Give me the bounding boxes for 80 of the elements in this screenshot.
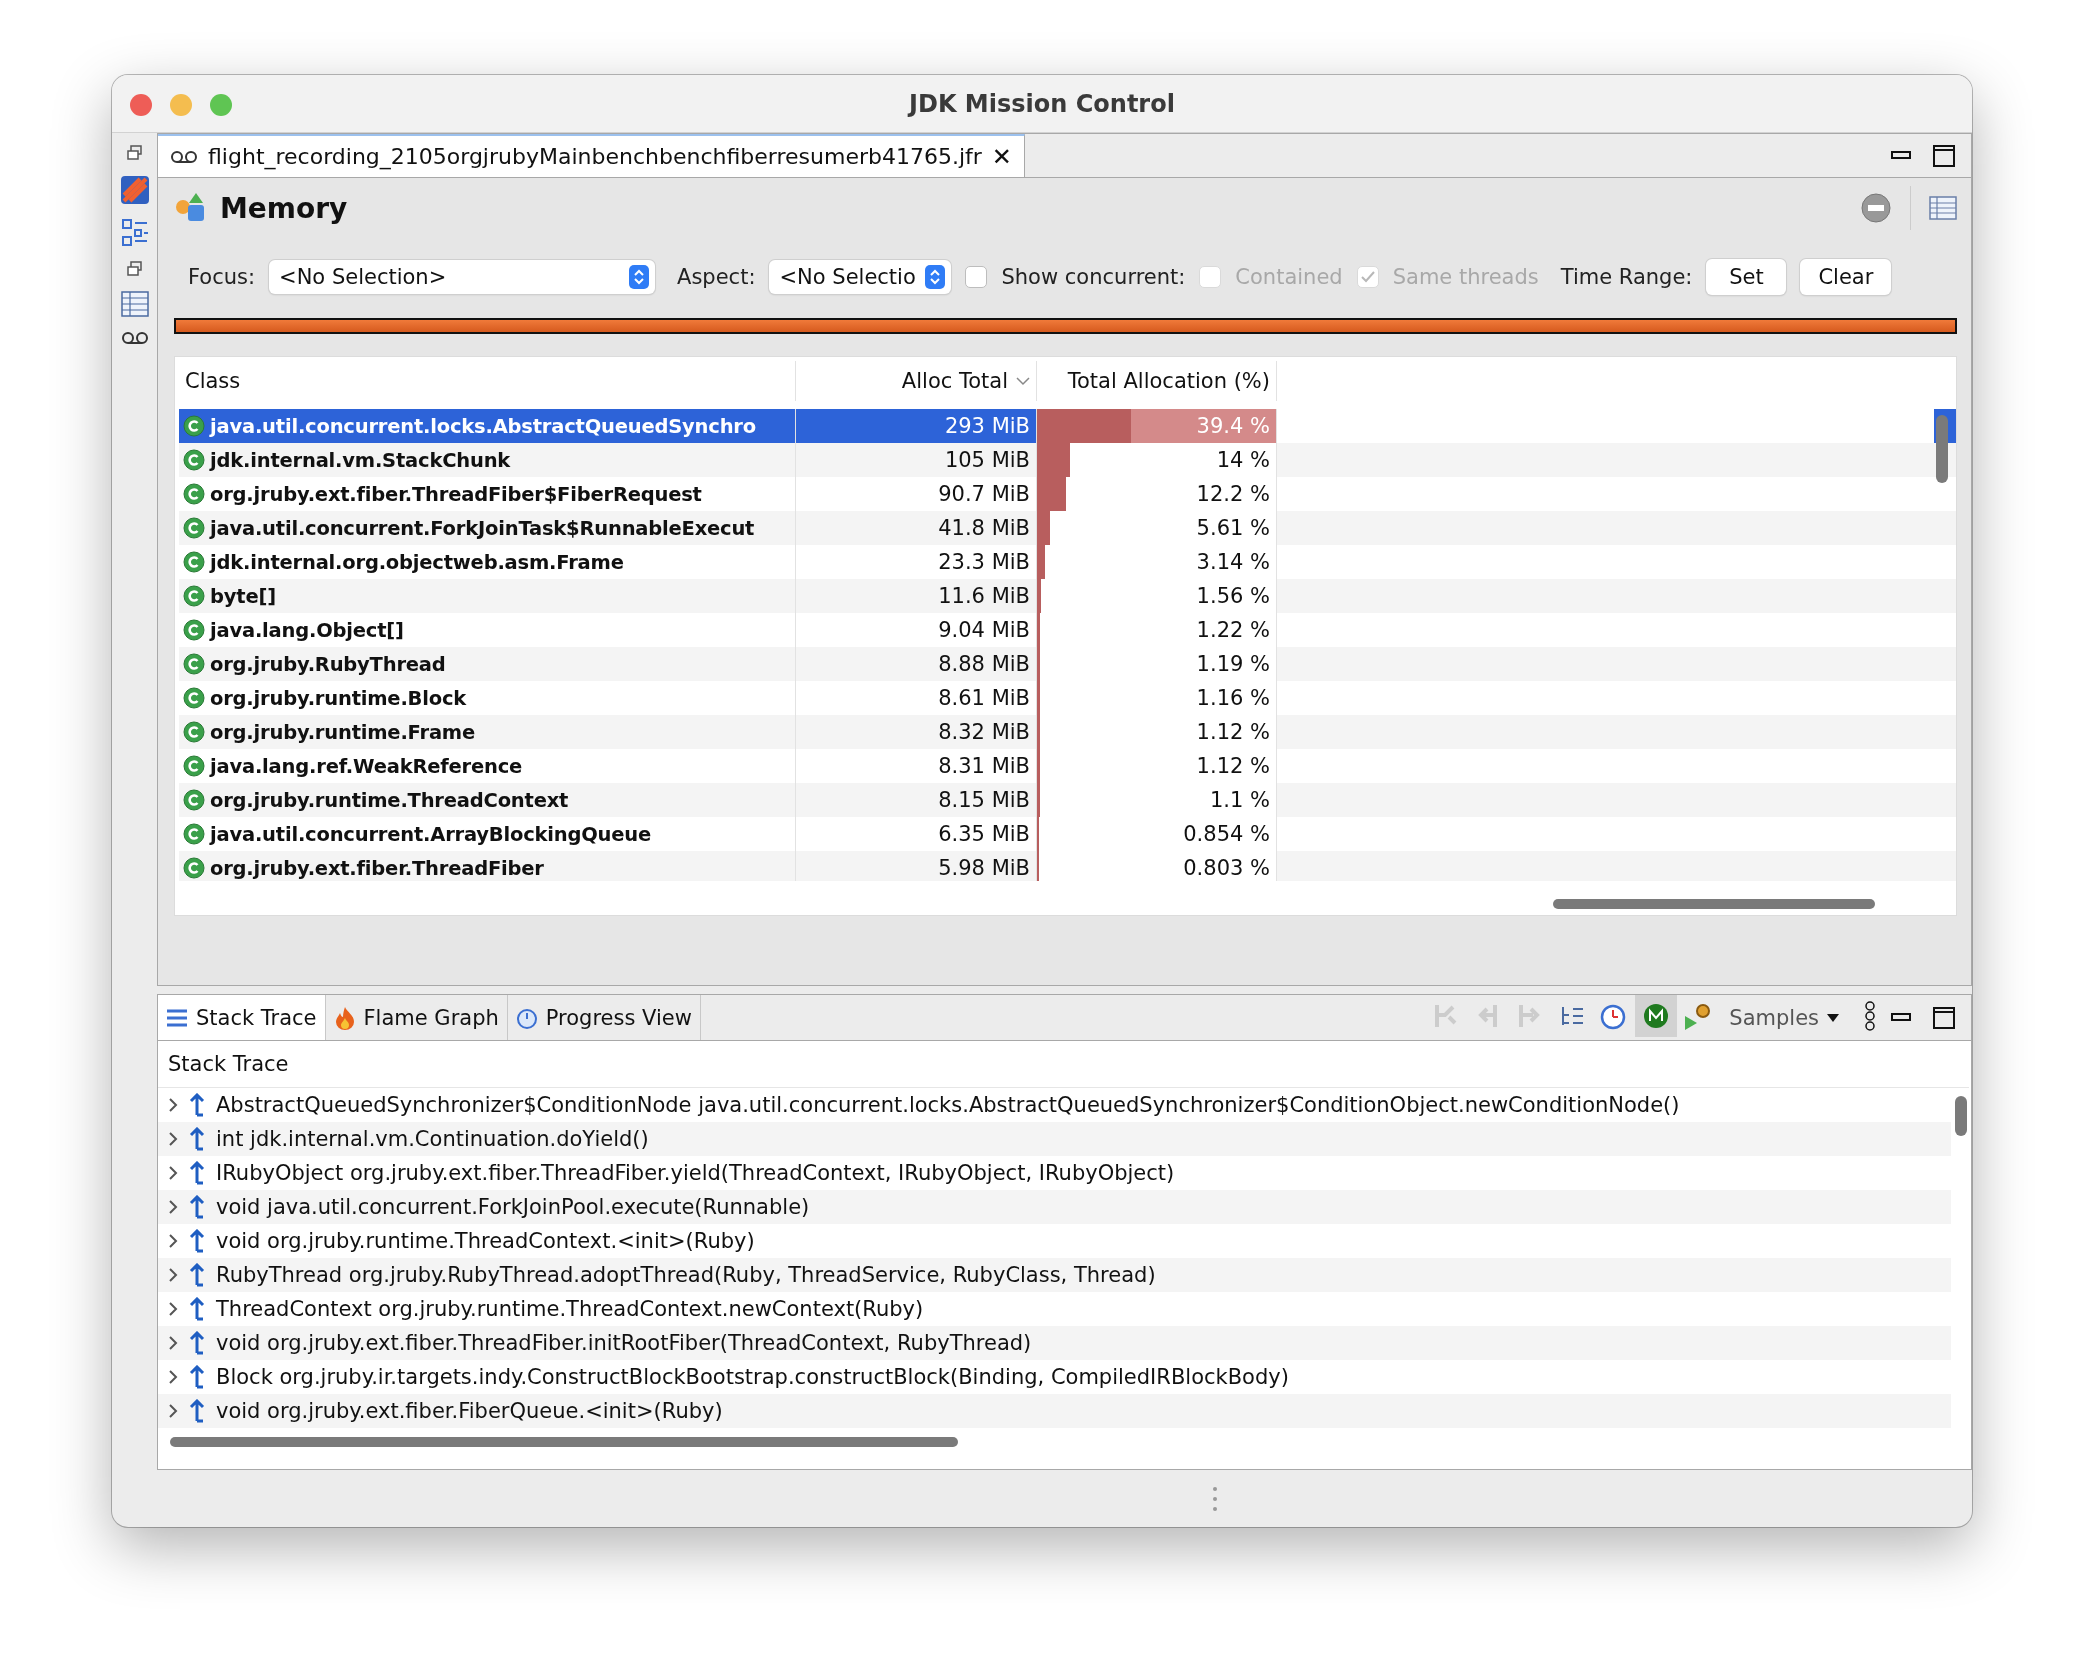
alloc-total: 11.6 MiB [938, 584, 1030, 608]
alloc-total: 41.8 MiB [938, 516, 1030, 540]
tab-close-button[interactable]: ✕ [991, 142, 1012, 171]
tab-label: flight_recording_2105orgjrubyMainbenchbenchfiberresumerb41765.jfr [208, 144, 982, 169]
table-row[interactable]: java.util.concurrent.locks.AbstractQueuedSynchro 293 MiB 39.4 % [179, 409, 1956, 443]
alloc-total: 105 MiB [944, 448, 1030, 472]
view-tab[interactable]: Stack Trace [158, 995, 326, 1040]
allocation-percent: 0.803 % [1183, 856, 1270, 880]
class-name: org.jruby.RubyThread [210, 652, 446, 676]
samples-dropdown[interactable]: Samples [1719, 995, 1849, 1040]
column-header[interactable]: Total Allocation (%) [1037, 361, 1277, 401]
alloc-total: 8.32 MiB [938, 720, 1030, 744]
class-name: org.jruby.ext.fiber.ThreadFiber$FiberRequest [210, 482, 702, 506]
class-name: jdk.internal.vm.StackChunk [210, 448, 511, 472]
class-name: java.lang.Object[] [210, 618, 404, 642]
class-name: org.jruby.runtime.Frame [210, 720, 475, 744]
stack-frame[interactable]: void org.jruby.runtime.ThreadContext.<init>(Ruby) [216, 1229, 755, 1253]
focus-dropdown[interactable]: <No Selection> [269, 260, 656, 294]
class-name: java.lang.ref.WeakReference [210, 754, 523, 778]
table-row[interactable]: jdk.internal.vm.StackChunk 105 MiB 14 % [179, 443, 1956, 477]
allocation-percent: 5.61 % [1196, 516, 1270, 540]
checkbox-label: Contained [1235, 265, 1343, 289]
stack-frame[interactable]: int jdk.internal.vm.Continuation.doYield() [216, 1127, 649, 1151]
class-name: org.jruby.ext.fiber.ThreadFiber [210, 856, 544, 880]
alloc-total: 8.31 MiB [938, 754, 1030, 778]
stack-trace-heading: Stack Trace [167, 1051, 290, 1078]
column-header[interactable]: Class [179, 361, 796, 401]
aspect-dropdown[interactable]: <No Selectio [769, 260, 952, 294]
alloc-total: 5.98 MiB [938, 856, 1030, 880]
allocation-percent: 3.14 % [1196, 550, 1270, 574]
allocation-percent: 1.12 % [1196, 720, 1270, 744]
allocation-percent: 1.1 % [1209, 788, 1270, 812]
time-range-label: Time Range: [1560, 265, 1693, 289]
class-name: java.util.concurrent.ArrayBlockingQueue [210, 822, 652, 846]
stack-frame[interactable]: ThreadContext org.jruby.runtime.ThreadContext.newContext(Ruby) [216, 1297, 924, 1321]
allocation-percent: 1.16 % [1196, 686, 1270, 710]
table-row[interactable]: org.jruby.runtime.Frame 8.32 MiB 1.12 % [179, 715, 1956, 749]
allocation-percent: 0.854 % [1183, 822, 1270, 846]
alloc-total: 90.7 MiB [938, 482, 1030, 506]
allocation-percent: 39.4 % [1196, 414, 1270, 438]
allocation-percent: 12.2 % [1196, 482, 1270, 506]
alloc-total: 6.35 MiB [938, 822, 1030, 846]
table-row[interactable]: org.jruby.runtime.ThreadContext 8.15 MiB 1.1 % [179, 783, 1956, 817]
window-title: JDK Mission Control [909, 89, 1175, 118]
table-row[interactable]: org.jruby.RubyThread 8.88 MiB 1.19 % [179, 647, 1956, 681]
class-name: java.util.concurrent.locks.AbstractQueuedSynchro [210, 414, 756, 438]
allocation-percent: 1.12 % [1196, 754, 1270, 778]
view-tab[interactable]: Flame Graph [325, 995, 508, 1040]
alloc-total: 8.88 MiB [938, 652, 1030, 676]
editor-tab[interactable]: flight_recording_2105orgjrubyMainbenchbenchfiberresumerb41765.jfr ✕ [158, 134, 1025, 177]
alloc-total: 8.15 MiB [938, 788, 1030, 812]
class-name: org.jruby.runtime.ThreadContext [210, 788, 569, 812]
alloc-total: 9.04 MiB [938, 618, 1030, 642]
view-tab[interactable]: Progress View [507, 995, 701, 1040]
table-row[interactable]: java.util.concurrent.ForkJoinTask$RunnableExecut 41.8 MiB 5.61 % [179, 511, 1956, 545]
focus-label: Focus: [188, 265, 256, 289]
table-row[interactable]: org.jruby.ext.fiber.ThreadFiber 5.98 MiB 0.803 % [179, 851, 1956, 882]
class-name: byte[] [210, 584, 276, 608]
alloc-total: 8.61 MiB [938, 686, 1030, 710]
class-name: jdk.internal.org.objectweb.asm.Frame [210, 550, 624, 574]
page-title: Memory [220, 191, 348, 225]
checkbox-label: Same threads [1392, 265, 1539, 289]
class-name: org.jruby.runtime.Block [210, 686, 467, 710]
stack-frame[interactable]: AbstractQueuedSynchronizer$ConditionNode java.util.concurrent.locks.AbstractQueuedSynchronizer$ConditionObject.newConditionNode() [216, 1093, 1680, 1117]
allocation-percent: 1.19 % [1196, 652, 1270, 676]
allocation-percent: 1.22 % [1196, 618, 1270, 642]
allocation-percent: 14 % [1216, 448, 1270, 472]
class-name: java.util.concurrent.ForkJoinTask$RunnableExecut [210, 516, 755, 540]
checkbox-label: Show concurrent: [1001, 265, 1186, 289]
stack-frame[interactable]: void org.jruby.ext.fiber.FiberQueue.<init>(Ruby) [216, 1399, 723, 1423]
aspect-label: Aspect: [677, 265, 756, 289]
stack-frame[interactable]: IRubyObject org.jruby.ext.fiber.ThreadFiber.yield(ThreadContext, IRubyObject, IRubyObject) [216, 1161, 1175, 1185]
column-header[interactable]: Alloc Total [796, 361, 1037, 401]
time-range-button[interactable]: Set [1706, 259, 1787, 295]
allocation-percent: 1.56 % [1196, 584, 1270, 608]
alloc-total: 293 MiB [944, 414, 1030, 438]
time-range-button[interactable]: Clear [1800, 259, 1892, 295]
table-row[interactable]: byte[] 11.6 MiB 1.56 % [179, 579, 1956, 613]
stack-frame[interactable]: Block org.jruby.ir.targets.indy.ConstructBlockBootstrap.constructBlock(Binding, CompiledIRBlockBody) [216, 1365, 1289, 1389]
alloc-total: 23.3 MiB [938, 550, 1030, 574]
